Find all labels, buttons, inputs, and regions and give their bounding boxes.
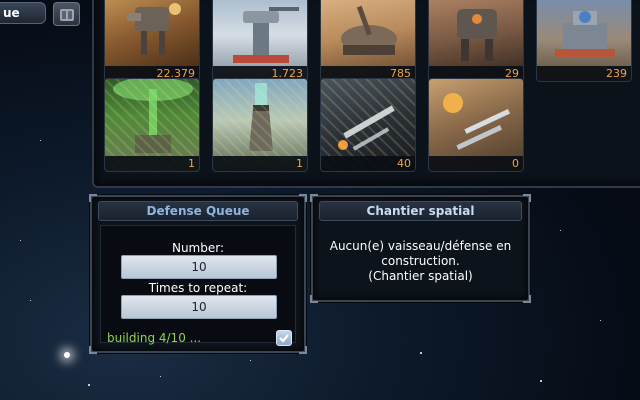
defense-shield-tower-tile[interactable]: 1 xyxy=(212,78,308,172)
unit-count: 0 xyxy=(429,156,523,171)
queue-tab[interactable]: ue xyxy=(0,2,46,24)
unit-count: 1 xyxy=(213,156,307,171)
defense-mech-walker-tile[interactable]: 22.379 xyxy=(104,0,200,82)
unit-count: 40 xyxy=(321,156,415,171)
number-input[interactable]: 10 xyxy=(121,255,277,279)
defense-turret-tower-tile[interactable]: 1.723 xyxy=(212,0,308,82)
missile-strike-battery-tile[interactable]: 40 xyxy=(320,78,416,172)
number-label: Number: xyxy=(171,241,225,255)
shipyard-message: Aucun(e) vaisseau/défense en constructio… xyxy=(321,239,520,284)
missile-barrage-battery-tile[interactable]: 0 xyxy=(428,78,524,172)
defense-fortress-tile[interactable]: 239 xyxy=(536,0,632,82)
defense-queue-panel: Defense Queue Number: 10 Times to repeat… xyxy=(89,194,307,354)
shipyard-title: Chantier spatial xyxy=(319,201,522,221)
defense-dome-cannon-tile[interactable]: 785 xyxy=(320,0,416,82)
defense-shield-beacon-tile[interactable]: 1 xyxy=(104,78,200,172)
defense-queue-body: Number: 10 Times to repeat: 10 building … xyxy=(100,225,296,346)
shipyard-message-line3: (Chantier spatial) xyxy=(368,269,473,283)
shipyard-panel: Chantier spatial Aucun(e) vaisseau/défen… xyxy=(310,194,531,303)
shipyard-message-line2: construction. xyxy=(381,254,460,268)
unit-count: 1 xyxy=(105,156,199,171)
defense-heavy-walker-tile[interactable]: 29 xyxy=(428,0,524,82)
defense-grid-panel: 22.379 1.723 785 29 239 1 1 40 0 xyxy=(92,0,640,188)
repeat-checkbox[interactable] xyxy=(276,330,292,346)
checkmark-icon xyxy=(279,334,289,343)
defense-queue-title: Defense Queue xyxy=(98,201,298,221)
crate-button[interactable] xyxy=(53,2,80,26)
repeat-input[interactable]: 10 xyxy=(121,295,277,319)
unit-count: 239 xyxy=(537,66,631,81)
repeat-label: Times to repeat: xyxy=(148,281,248,295)
shipyard-message-line1: Aucun(e) vaisseau/défense en xyxy=(329,239,512,253)
build-status: building 4/10 ... xyxy=(107,331,202,345)
queue-tab-label: ue xyxy=(3,6,20,20)
